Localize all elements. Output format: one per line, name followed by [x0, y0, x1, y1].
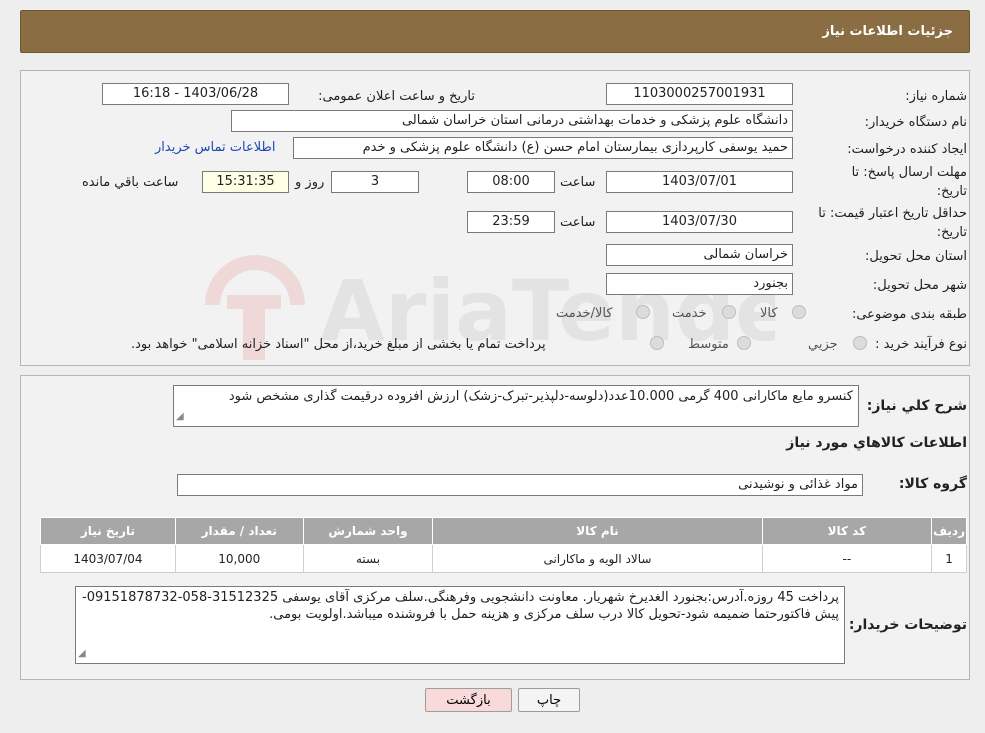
buyer-notes-text: پرداخت 45 روزه.آدرس:بجنورد الغدیرخ شهریا… [82, 590, 839, 622]
cell-quantity: 10,000 [174, 544, 304, 573]
treasury-note: پرداخت تمام یا بخشی از مبلغ خرید،از محل … [131, 337, 546, 352]
creator-label: ایجاد کننده درخواست: [847, 142, 967, 157]
resize-handle-icon[interactable]: ◢ [78, 645, 86, 662]
buyer-org-field: دانشگاه علوم پزشکی و خدمات بهداشتی درمان… [231, 110, 793, 132]
city-label: شهر محل تحویل: [872, 278, 967, 293]
category-radio-goods[interactable] [792, 305, 806, 319]
items-table-header: رديف کد کالا نام کالا واحد شمارش تعداد /… [40, 517, 967, 545]
col-row-number: رديف [931, 517, 967, 545]
province-label: استان محل تحویل: [865, 249, 967, 264]
price-validity-label-date: تاریخ: [936, 225, 967, 240]
col-item-name: نام کالا [432, 517, 763, 545]
cell-unit: بسته [302, 544, 434, 573]
time-remaining-field: 15:31:35 [202, 171, 289, 193]
deadline-label-date: تاریخ: [936, 184, 967, 199]
province-field: خراسان شمالی [606, 244, 793, 266]
col-quantity: تعداد / مقدار [174, 517, 304, 545]
process-radio-medium[interactable] [737, 336, 751, 350]
need-number-field: 1103000257001931 [606, 83, 793, 105]
validity-time-field: 23:59 [467, 211, 555, 233]
process-label: نوع فرآیند خرید : [875, 337, 967, 352]
process-radio-minor[interactable] [853, 336, 867, 350]
treasury-checkbox[interactable] [650, 336, 664, 350]
city-field: بجنورد [606, 273, 793, 295]
buyer-notes-textarea[interactable]: پرداخت 45 روزه.آدرس:بجنورد الغدیرخ شهریا… [75, 586, 845, 664]
resize-handle-icon[interactable]: ◢ [176, 408, 184, 425]
price-validity-label: حداقل تاریخ اعتبار قیمت: تا [818, 206, 967, 221]
category-label: طبقه بندی موضوعی: [851, 307, 967, 322]
col-item-code: کد کالا [761, 517, 933, 545]
deadline-date-field: 1403/07/01 [606, 171, 793, 193]
category-option-service: خدمت [672, 306, 707, 321]
items-section-title: اطلاعات کالاهاي مورد نياز [786, 435, 967, 451]
deadline-label: مهلت ارسال پاسخ: تا [851, 165, 967, 180]
cell-item-name: سالاد الویه و ماکارانی [432, 544, 763, 573]
announce-datetime-field: 1403/06/28 - 16:18 [102, 83, 289, 105]
goods-group-label: گروه کالا: [898, 476, 967, 492]
cell-row-number: 1 [931, 544, 967, 573]
goods-group-field: مواد غذائی و نوشیدنی [177, 474, 863, 496]
items-table: رديف کد کالا نام کالا واحد شمارش تعداد /… [40, 517, 967, 573]
page-header: جزئیات اطلاعات نیاز [20, 10, 970, 53]
validity-date-field: 1403/07/30 [606, 211, 793, 233]
summary-label: شرح کلي نياز: [866, 398, 967, 414]
buyer-org-label: نام دستگاه خریدار: [864, 115, 967, 130]
announce-datetime-label: تاریخ و ساعت اعلان عمومی: [318, 89, 475, 104]
time-remaining-label: ساعت باقي مانده [82, 175, 179, 190]
buyer-notes-label: توضیحات خریدار: [848, 617, 967, 633]
summary-textarea[interactable]: کنسرو مایع ماکارانی 400 گرمی 10.000عدد(د… [173, 385, 859, 427]
col-need-date: تاريخ نياز [40, 517, 176, 545]
process-option-minor: جزیي [808, 337, 838, 352]
days-label: روز و [295, 175, 325, 190]
deadline-time-field: 08:00 [467, 171, 555, 193]
page-title: جزئیات اطلاعات نیاز [822, 24, 953, 39]
need-number-label: شماره نیاز: [905, 89, 967, 104]
validity-time-label: ساعت [560, 215, 596, 230]
table-row: 1 -- سالاد الویه و ماکارانی بسته 10,000 … [40, 544, 967, 573]
days-remaining-field: 3 [331, 171, 419, 193]
creator-field: حمید یوسفی کارپردازی بیمارستان امام حسن … [293, 137, 793, 159]
category-radio-goods-service[interactable] [636, 305, 650, 319]
process-option-medium: متوسط [688, 337, 729, 352]
summary-text: کنسرو مایع ماکارانی 400 گرمی 10.000عدد(د… [228, 389, 853, 404]
col-unit: واحد شمارش [302, 517, 434, 545]
buyer-contact-link[interactable]: اطلاعات تماس خریدار [155, 140, 275, 155]
category-option-goods-service: کالا/خدمت [556, 306, 613, 321]
category-option-goods: کالا [760, 306, 778, 321]
back-button[interactable]: بازگشت [425, 688, 512, 712]
print-button[interactable]: چاپ [518, 688, 580, 712]
category-radio-service[interactable] [722, 305, 736, 319]
cell-item-code: -- [761, 544, 933, 573]
deadline-time-label: ساعت [560, 175, 596, 190]
cell-need-date: 1403/07/04 [40, 544, 176, 573]
